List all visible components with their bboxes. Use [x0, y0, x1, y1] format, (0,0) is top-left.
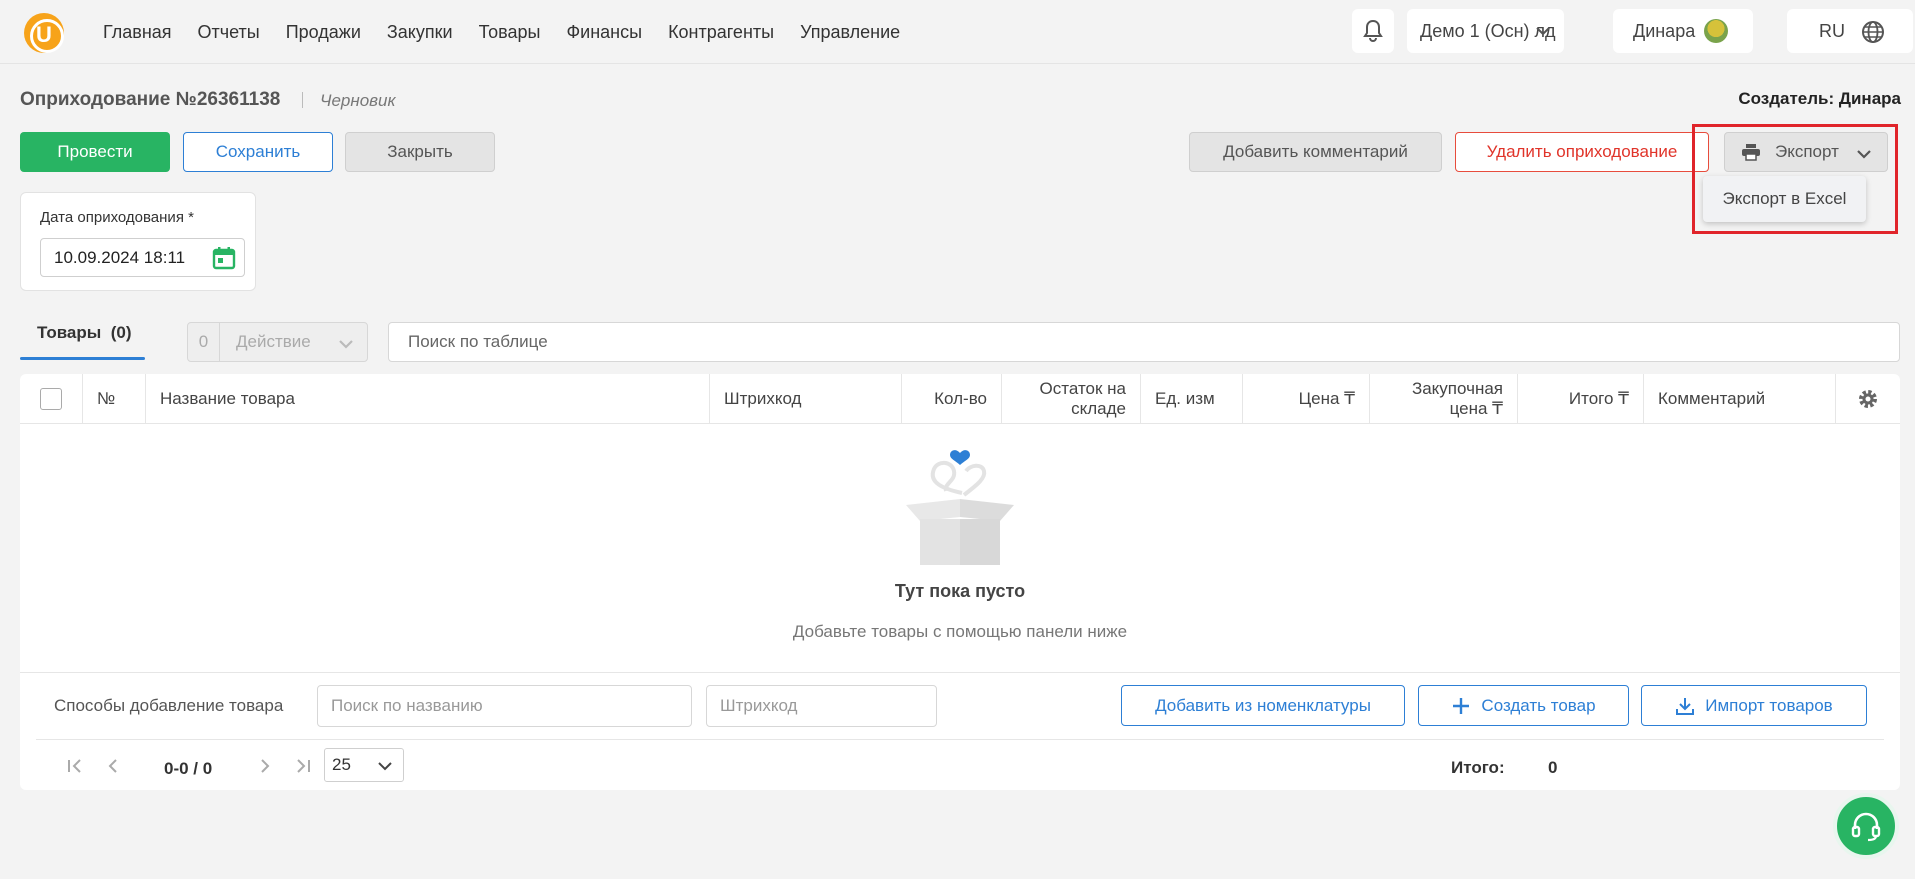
goods-count: (0) [110, 323, 132, 342]
add-panel-divider [20, 672, 1900, 673]
select-all-checkbox[interactable] [40, 388, 62, 410]
top-bar: U Главная Отчеты Продажи Закупки Товары … [0, 0, 1915, 64]
language-select[interactable]: RU [1787, 9, 1913, 53]
nav-item-home[interactable]: Главная [103, 22, 172, 43]
nav-item-sales[interactable]: Продажи [286, 22, 361, 43]
import-products-button[interactable]: Импорт товаров [1641, 685, 1867, 726]
export-excel-menu-item[interactable]: Экспорт в Excel [1703, 176, 1866, 222]
chevron-down-icon [378, 762, 392, 771]
column-name[interactable]: Название товара [146, 374, 710, 424]
date-card: Дата оприходования * 10.09.2024 18:11 [20, 192, 256, 291]
creator-label: Создатель: Динара [1738, 89, 1901, 108]
nav-item-finance[interactable]: Финансы [566, 22, 642, 43]
main-nav: Главная Отчеты Продажи Закупки Товары Фи… [103, 22, 900, 43]
delete-document-button[interactable]: Удалить оприходование [1455, 132, 1709, 172]
column-quantity[interactable]: Кол-во [902, 374, 1002, 424]
headset-icon [1851, 812, 1881, 842]
table-search-input[interactable]: Поиск по таблице [388, 322, 1900, 362]
column-stock[interactable]: Остаток на складе [1002, 374, 1141, 424]
save-button[interactable]: Сохранить [183, 132, 333, 172]
date-value: 10.09.2024 18:11 [54, 248, 186, 267]
empty-subtitle: Добавьте товары с помощью панели ниже [792, 622, 1128, 641]
create-product-button[interactable]: Создать товар [1418, 685, 1629, 726]
per-page-select[interactable]: 25 [324, 748, 404, 782]
add-from-nomenclature-button[interactable]: Добавить из номенклатуры [1121, 685, 1405, 726]
column-total[interactable]: Итого ₸ [1518, 374, 1644, 424]
nav-item-purchases[interactable]: Закупки [387, 22, 453, 43]
bell-icon [1363, 19, 1383, 42]
chevron-down-icon [1536, 27, 1550, 36]
column-unit[interactable]: Ед. изм [1141, 374, 1243, 424]
notifications-button[interactable] [1352, 9, 1394, 53]
tab-goods[interactable]: Товары (0) [20, 323, 145, 343]
nav-item-counterparties[interactable]: Контрагенты [668, 22, 774, 43]
action-label: Действие [236, 332, 311, 351]
add-methods-label: Способы добавление товара [54, 696, 284, 715]
title-divider [302, 92, 303, 108]
post-button[interactable]: Провести [20, 132, 170, 172]
logo[interactable]: U [24, 13, 64, 53]
status-badge: Черновик [320, 91, 396, 110]
total-value: 0 [1548, 758, 1558, 777]
column-comment[interactable]: Комментарий [1644, 374, 1836, 424]
column-number[interactable]: № [83, 374, 146, 424]
gear-icon[interactable] [1857, 388, 1879, 410]
column-purchase-price[interactable]: Закупочная цена ₸ [1370, 374, 1518, 424]
nav-item-management[interactable]: Управление [800, 22, 900, 43]
column-price[interactable]: Цена ₸ [1243, 374, 1370, 424]
download-icon [1676, 697, 1695, 715]
company-select[interactable]: Демо 1 (Осн) лд [1407, 9, 1564, 53]
plus-icon [1453, 697, 1470, 714]
user-menu[interactable]: Динара [1613, 9, 1753, 53]
product-name-search-input[interactable]: Поиск по названию [317, 685, 692, 727]
select-all-cell [20, 374, 83, 424]
column-barcode[interactable]: Штрихкод [710, 374, 902, 424]
date-label: Дата оприходования * [40, 209, 194, 226]
first-page-icon[interactable] [66, 757, 84, 775]
page-title: Оприходование №26361138 [20, 89, 281, 110]
table-settings-cell [1836, 374, 1900, 424]
barcode-input[interactable]: Штрихкод [706, 685, 937, 727]
bulk-action-select[interactable]: 0 Действие [187, 322, 368, 362]
pager-divider [36, 739, 1884, 740]
nav-item-reports[interactable]: Отчеты [198, 22, 260, 43]
total-label: Итого: [1451, 758, 1505, 777]
last-page-icon[interactable] [294, 757, 312, 775]
pager-count: 0-0 / 0 [164, 759, 213, 778]
user-name: Динара [1633, 20, 1696, 41]
empty-title: Тут пока пусто [894, 581, 1026, 601]
globe-icon [1862, 21, 1884, 43]
add-comment-button[interactable]: Добавить комментарий [1189, 132, 1442, 172]
calendar-icon[interactable] [212, 246, 236, 270]
close-button[interactable]: Закрыть [345, 132, 495, 172]
date-input[interactable]: 10.09.2024 18:11 [40, 238, 245, 277]
language-code: RU [1819, 20, 1845, 41]
prev-page-icon[interactable] [104, 757, 122, 775]
avatar [1704, 19, 1728, 43]
next-page-icon[interactable] [256, 757, 274, 775]
nav-item-goods[interactable]: Товары [479, 22, 541, 43]
table-header: № Название товара Штрихкод Кол-во Остато… [20, 374, 1900, 424]
empty-box-illustration [906, 450, 1014, 565]
selected-count: 0 [188, 323, 220, 361]
chevron-down-icon [339, 340, 353, 349]
support-chat-button[interactable] [1833, 793, 1899, 859]
goods-table: № Название товара Штрихкод Кол-во Остато… [20, 374, 1900, 790]
tab-active-indicator [20, 357, 145, 360]
